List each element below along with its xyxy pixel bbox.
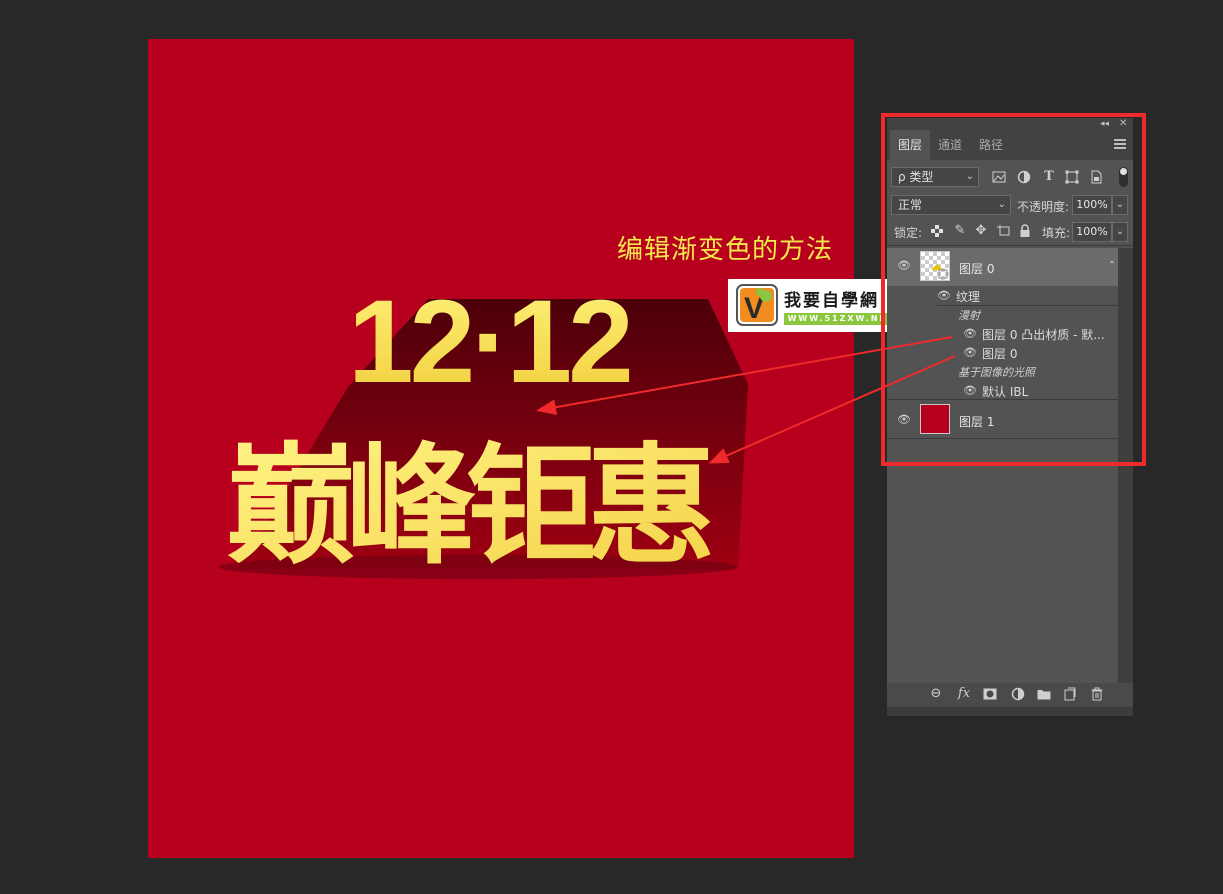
annotation-arrows xyxy=(536,336,956,464)
